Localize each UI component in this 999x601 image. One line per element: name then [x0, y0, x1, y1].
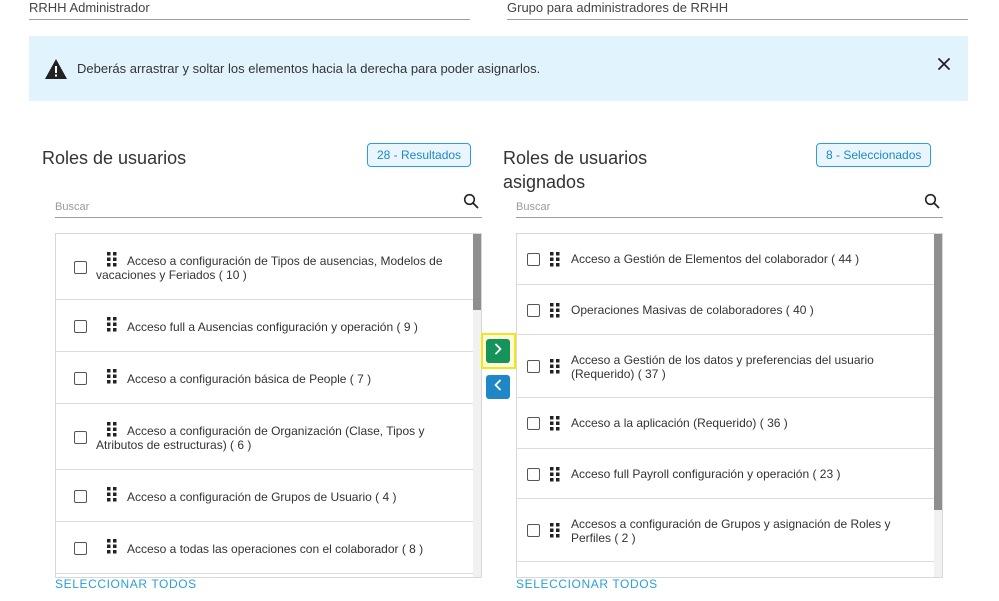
- list-item[interactable]: Acceso full a Ausencias configuración y …: [56, 300, 473, 352]
- right-search: [516, 193, 943, 218]
- selected-badge: 8 - Seleccionados: [816, 143, 932, 167]
- row-label: Acceso a configuración de Grupos de Usua…: [127, 490, 397, 504]
- right-select-all-link[interactable]: SELECCIONAR TODOS: [516, 577, 658, 591]
- row-label: Acceso a Gestión de Elementos del colabo…: [571, 252, 860, 266]
- close-icon[interactable]: [936, 56, 952, 72]
- list-item[interactable]: Acceso a todas las operaciones con el co…: [56, 522, 473, 574]
- warning-icon: [44, 57, 68, 81]
- list-item[interactable]: Operaciones Masivas de colaboradores ( 4…: [517, 285, 934, 335]
- row-label: Accesos a configuración de Grupos y asig…: [571, 517, 891, 545]
- move-right-button[interactable]: [486, 339, 510, 363]
- drag-handle-icon[interactable]: [550, 416, 560, 431]
- available-roles-list[interactable]: Acceso a configuración de Tipos de ausen…: [55, 233, 482, 578]
- row-checkbox[interactable]: [74, 542, 87, 555]
- drag-handle-icon[interactable]: [550, 359, 560, 374]
- description-field[interactable]: Grupo para administradores de RRHH: [507, 0, 968, 20]
- right-scrollbar-thumb[interactable]: [934, 234, 942, 510]
- left-select-all-link[interactable]: SELECCIONAR TODOS: [55, 577, 197, 591]
- row-checkbox[interactable]: [74, 320, 87, 333]
- drag-handle-icon[interactable]: [550, 523, 560, 538]
- row-label: Acceso a todas las operaciones con el co…: [127, 542, 424, 556]
- row-checkbox[interactable]: [527, 524, 540, 537]
- move-right-highlight: [481, 333, 516, 369]
- description-field-value: Grupo para administradores de RRHH: [507, 0, 729, 15]
- chevron-right-icon: [492, 342, 504, 360]
- search-icon[interactable]: [463, 193, 479, 209]
- name-field[interactable]: RRHH Administrador: [29, 0, 470, 20]
- right-search-input[interactable]: [516, 201, 879, 213]
- row-checkbox[interactable]: [74, 372, 87, 385]
- right-scrollbar[interactable]: [934, 234, 942, 577]
- left-search: [55, 193, 482, 218]
- row-label: Acceso full Payroll configuración y oper…: [571, 467, 841, 481]
- list-item[interactable]: Accesos a configuración de Grupos y asig…: [517, 499, 934, 562]
- row-label: Operaciones Masivas de colaboradores ( 4…: [571, 303, 814, 317]
- row-checkbox[interactable]: [74, 431, 87, 444]
- row-label: Acceso a la aplicación (Requerido) ( 36 …: [571, 416, 788, 430]
- list-item[interactable]: Acceso a Gestión de Elementos del colabo…: [517, 234, 934, 285]
- chevron-left-icon: [492, 378, 504, 396]
- left-search-input[interactable]: [55, 201, 418, 213]
- drag-handle-icon[interactable]: [550, 252, 560, 267]
- row-checkbox[interactable]: [527, 253, 540, 266]
- drag-handle-icon[interactable]: [107, 369, 117, 384]
- row-checkbox[interactable]: [527, 417, 540, 430]
- info-alert: Deberás arrastrar y soltar los elementos…: [29, 36, 968, 101]
- drag-handle-icon[interactable]: [107, 487, 117, 502]
- row-label: Acceso a configuración de Tipos de ausen…: [96, 254, 443, 282]
- drag-handle-icon[interactable]: [550, 303, 560, 318]
- row-label: Acceso a configuración básica de People …: [127, 372, 372, 386]
- left-scrollbar-thumb[interactable]: [473, 234, 481, 310]
- row-label: Acceso a Gestión de los datos y preferen…: [571, 353, 874, 381]
- left-panel-title: Roles de usuarios: [42, 148, 187, 168]
- list-item[interactable]: Acceso a configuración de Tipos de ausen…: [56, 234, 473, 300]
- drag-handle-icon[interactable]: [107, 317, 117, 332]
- list-item[interactable]: Acceso a configuración básica de People …: [56, 352, 473, 404]
- name-field-value: RRHH Administrador: [29, 0, 150, 15]
- row-label: Acceso a configuración de Organización (…: [96, 424, 425, 452]
- left-scrollbar[interactable]: [473, 234, 481, 577]
- list-item[interactable]: Acceso a la aplicación (Requerido) ( 36 …: [517, 398, 934, 449]
- row-checkbox[interactable]: [527, 468, 540, 481]
- search-icon[interactable]: [924, 193, 940, 209]
- right-panel-title: Roles de usuarios asignados: [503, 148, 648, 192]
- drag-handle-icon[interactable]: [550, 467, 560, 482]
- drag-handle-icon[interactable]: [107, 539, 117, 554]
- list-item[interactable]: Acceso a configuración de Organización (…: [56, 404, 473, 470]
- row-checkbox[interactable]: [527, 360, 540, 373]
- row-checkbox[interactable]: [74, 261, 87, 274]
- list-item[interactable]: Acceso full Payroll configuración y oper…: [517, 449, 934, 499]
- results-badge: 28 - Resultados: [367, 143, 472, 167]
- assigned-roles-list[interactable]: Acceso a Gestión de Elementos del colabo…: [516, 233, 943, 578]
- list-item[interactable]: Acceso a Gestión de los datos y preferen…: [517, 335, 934, 398]
- move-left-button[interactable]: [486, 375, 510, 399]
- row-label: Acceso full a Ausencias configuración y …: [127, 320, 418, 334]
- alert-message: Deberás arrastrar y soltar los elementos…: [77, 61, 541, 76]
- row-checkbox[interactable]: [527, 304, 540, 317]
- list-item[interactable]: Acceso a configuración de Grupos de Usua…: [56, 470, 473, 522]
- row-checkbox[interactable]: [74, 490, 87, 503]
